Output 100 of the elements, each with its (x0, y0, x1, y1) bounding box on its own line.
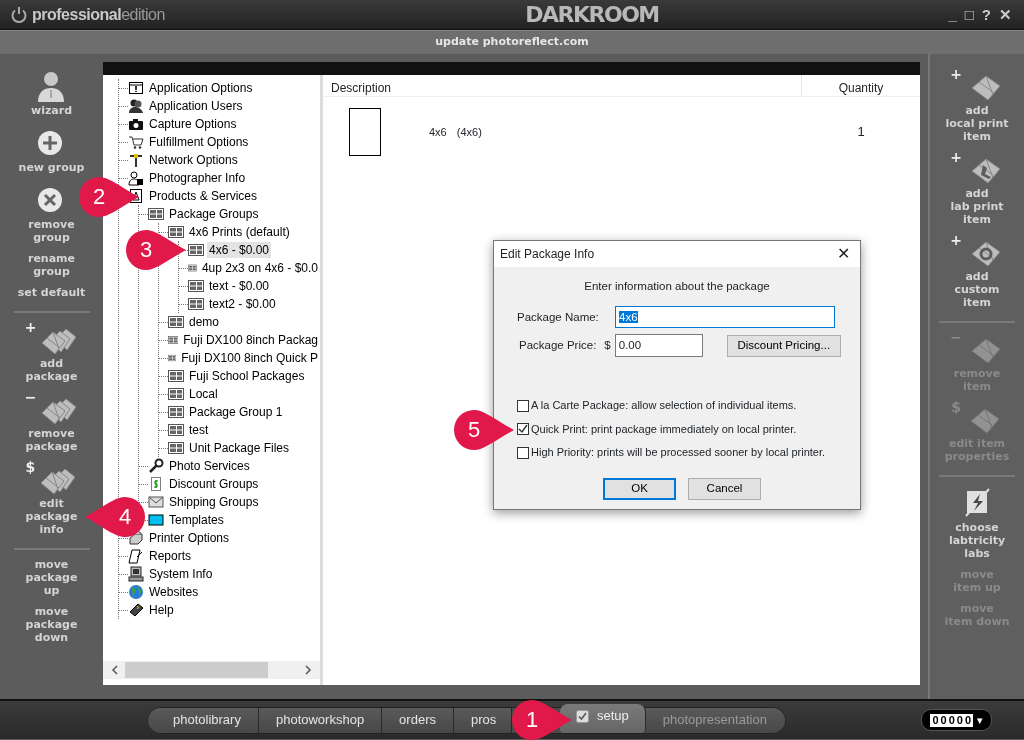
tree-item[interactable]: Fuji DX100 8inch Quick P (179, 350, 320, 366)
minimize-button[interactable]: _ (946, 7, 959, 22)
column-header[interactable]: Quantity (802, 75, 920, 96)
tree-item[interactable]: Websites (147, 584, 201, 600)
badge-symbol: $ (951, 401, 961, 413)
power-icon (10, 5, 28, 24)
tree-item[interactable]: 4x6 - $0.00 (207, 242, 272, 258)
page-icon (128, 548, 144, 564)
toolbar-button[interactable]: + add local print item (945, 68, 1009, 143)
tree-item[interactable]: Network Options (147, 152, 240, 168)
toolbar-button[interactable]: + add package (24, 321, 79, 383)
field-label: Package Price: (519, 338, 597, 354)
badge-symbol: − (24, 391, 37, 403)
tree-item[interactable]: Fuji School Packages (187, 368, 307, 384)
computer-icon (128, 566, 144, 582)
tree-item[interactable]: Templates (167, 512, 226, 528)
badge-symbol: $ (25, 461, 36, 473)
toolbar-button[interactable]: wizard (30, 68, 73, 117)
toolbar-button[interactable]: move package down (25, 605, 78, 644)
tree-item[interactable]: System Info (147, 566, 215, 582)
help-button[interactable]: ? (979, 7, 993, 22)
antenna-icon (128, 152, 144, 168)
nav-tab[interactable]: photoworkshop (258, 707, 383, 733)
nav-tab[interactable]: photolibrary (148, 707, 259, 733)
toolbar-button[interactable]: new group (18, 125, 85, 174)
tree-item[interactable]: Photo Services (167, 458, 252, 474)
checkbox[interactable] (517, 446, 529, 459)
toolbar-button[interactable]: rename group (27, 252, 76, 278)
counter-display[interactable]: 00000 ▾ (921, 708, 992, 732)
update-link[interactable]: update photoreflect.com (435, 34, 589, 51)
toolbar-button[interactable]: move package up (25, 558, 78, 597)
tree-item[interactable]: Products & Services (147, 188, 260, 204)
dialog-button[interactable]: OK (603, 477, 676, 500)
tree-item[interactable]: Application Options (147, 80, 255, 96)
toolbar-button[interactable]: + add lab print item (950, 151, 1004, 226)
toolbar-button[interactable]: choose labtricity labs (948, 485, 1006, 560)
badge-symbol: + (950, 234, 962, 246)
tree-item[interactable]: Package Group 1 (187, 404, 285, 420)
checkbox-label: High Priority: prints will be processed sooner by local printer. (531, 445, 826, 461)
tree-item[interactable]: Local (187, 386, 220, 402)
tree-item[interactable]: Capture Options (147, 116, 239, 132)
nav-tab[interactable]: orders (382, 707, 454, 733)
package-icon (188, 278, 204, 294)
toolbar-button[interactable]: + add custom item (950, 234, 1004, 309)
tree-item[interactable]: Fulfillment Options (147, 134, 251, 150)
callout-marker: 1 (510, 698, 574, 740)
print-thumbnail (349, 108, 381, 156)
tree-item[interactable]: Printer Options (147, 530, 232, 546)
close-button[interactable]: ✕ (997, 7, 1014, 22)
tree-item[interactable]: Help (147, 602, 176, 618)
tree-item[interactable]: text2 - $0.00 (207, 296, 278, 312)
tree-item[interactable]: demo (187, 314, 222, 330)
envelope-icon (148, 494, 164, 510)
toolbar-button[interactable]: remove group (28, 182, 75, 244)
tree-item[interactable]: 4up 2x3 on 4x6 - $0.0 (199, 260, 320, 276)
column-header[interactable]: Description (323, 75, 802, 96)
package-icon (188, 242, 204, 258)
tree-item[interactable]: Photographer Info (147, 170, 248, 186)
toolbar-button[interactable]: $ edit package info (25, 461, 78, 536)
toolbar-button[interactable]: set default (17, 286, 86, 299)
input-field[interactable]: 4x6 (615, 306, 835, 329)
horizontal-scrollbar[interactable] (103, 661, 320, 679)
package-icon (168, 440, 184, 456)
checkbox-icon (575, 709, 589, 723)
dialog-button[interactable]: Cancel (688, 477, 761, 500)
tree-item[interactable]: Unit Package Files (187, 440, 292, 456)
nav-tab[interactable]: pros (453, 707, 512, 733)
tree-item[interactable]: Fuji DX100 8inch Packag (181, 332, 320, 348)
item-quantity: 1 (856, 123, 866, 142)
close-button[interactable]: ✕ (833, 246, 854, 262)
item-size: (4x6) (456, 124, 482, 140)
badge-symbol: + (950, 151, 962, 163)
field-label: Package Name: (517, 309, 600, 325)
input-field[interactable]: 0.00 (614, 334, 703, 358)
package-icon (168, 314, 184, 330)
tree-item[interactable]: 4x6 Prints (default) (187, 224, 292, 240)
globe-icon (128, 584, 144, 600)
checkbox[interactable] (517, 399, 529, 412)
tree-item[interactable]: Discount Groups (167, 476, 261, 492)
discount-pricing-button[interactable]: Discount Pricing... (726, 334, 841, 357)
tree-item[interactable]: test (187, 422, 211, 438)
tree-item[interactable]: Shipping Groups (167, 494, 261, 510)
package-icon (168, 386, 184, 402)
maximize-button[interactable]: □ (962, 7, 976, 22)
callout-marker: 4 (83, 495, 147, 539)
book-icon (128, 602, 144, 618)
tree-item[interactable]: Application Users (147, 98, 245, 114)
badge-symbol: − (950, 331, 962, 343)
package-icon (188, 296, 204, 312)
camera-icon (128, 116, 144, 132)
tree-item[interactable]: text - $0.00 (207, 278, 272, 294)
package-icon (168, 224, 184, 240)
callout-marker: 5 (452, 408, 516, 452)
tree-item[interactable]: Package Groups (167, 206, 261, 222)
nav-tab[interactable]: setup (559, 703, 646, 733)
toolbar-button[interactable]: − remove package (24, 391, 79, 453)
dialog-title: Edit Package Info (500, 246, 595, 263)
tree-item[interactable]: Reports (147, 548, 194, 564)
item-name: 4x6 (429, 124, 447, 140)
checkbox[interactable] (517, 423, 529, 435)
